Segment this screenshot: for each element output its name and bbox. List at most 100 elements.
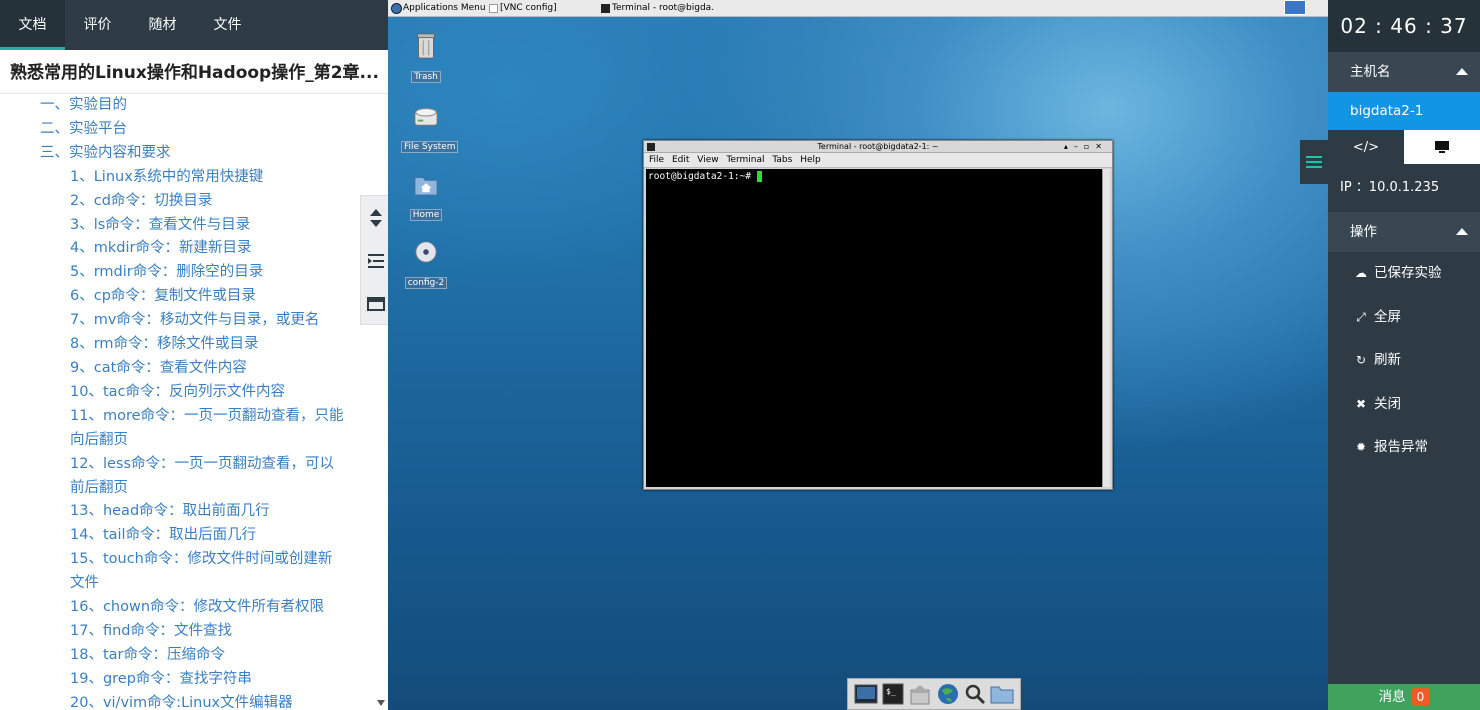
ip-address: IP ：10.0.1.235 — [1340, 180, 1440, 195]
op-label: 已保存实验 — [1374, 265, 1442, 281]
harddisk-icon — [414, 108, 438, 126]
toc-item[interactable]: 9、cat命令：查看文件内容 — [0, 357, 372, 381]
desktop-icon-label: Trash — [411, 71, 441, 83]
code-view-tab[interactable]: </> — [1328, 130, 1404, 164]
toc-item[interactable]: 二、实验平台 — [0, 118, 372, 142]
home-folder-icon — [414, 177, 438, 196]
terminal-menubar: File Edit View Terminal Tabs Help — [644, 153, 1112, 168]
taskbar-label: Terminal - root@bigda... — [612, 3, 714, 13]
section-title: 操作 — [1350, 224, 1377, 240]
terminal-window[interactable]: Terminal - root@bigdata2-1: ~ ▴–▫✕ File … — [643, 140, 1113, 490]
outline-indent-button[interactable] — [361, 239, 390, 282]
timer-text: 02 : 46 : 37 — [1340, 14, 1468, 38]
disc-icon — [415, 241, 437, 263]
expand-collapse-button[interactable] — [361, 196, 390, 239]
desktop-icon-trash[interactable]: Trash — [401, 32, 451, 83]
terminal-scrollbar[interactable] — [1102, 169, 1110, 487]
show-desktop-icon[interactable] — [854, 682, 878, 706]
toc-item[interactable]: 16、chown命令：修改文件所有者权限 — [0, 596, 372, 620]
desktop-icon-filesystem[interactable]: File System — [401, 102, 459, 153]
toc-item[interactable]: 三、实验内容和要求 — [0, 142, 372, 166]
toc-item[interactable]: 15、touch命令：修改文件时间或创建新文件 — [0, 548, 372, 596]
bug-icon: ✹ — [1355, 440, 1367, 454]
desktop-icon-label: Home — [409, 209, 443, 221]
messages-button[interactable]: 消息 0 — [1328, 684, 1480, 710]
menu-bar — [1306, 161, 1322, 163]
menu-terminal[interactable]: Terminal — [726, 155, 764, 165]
toc-item[interactable]: 6、cp命令：复制文件或目录 — [0, 285, 372, 309]
remote-desktop[interactable]: Applications Menu [VNC config] Terminal … — [388, 0, 1328, 710]
scroll-down-arrow-icon[interactable] — [377, 700, 385, 706]
terminal-icon — [601, 4, 610, 13]
web-browser-icon[interactable] — [936, 682, 960, 706]
toc-item[interactable]: 4、mkdir命令：新建新目录 — [0, 237, 372, 261]
terminal-title: Terminal - root@bigdata2-1: ~ — [817, 142, 939, 151]
tab-materials[interactable]: 随材 — [130, 0, 195, 50]
toc-item[interactable]: 18、tar命令：压缩命令 — [0, 644, 372, 668]
desktop-icon-config[interactable]: config-2 — [401, 238, 451, 289]
toc-item[interactable]: 14、tail命令：取出后面几行 — [0, 524, 372, 548]
menu-help[interactable]: Help — [800, 155, 821, 165]
op-label: 刷新 — [1374, 352, 1401, 368]
terminal-launcher-icon[interactable]: $_ — [881, 682, 905, 706]
toc-item[interactable]: 17、find命令：文件查找 — [0, 620, 372, 644]
toc-item[interactable]: 8、rm命令：移除文件或目录 — [0, 333, 372, 357]
taskbar-item-terminal[interactable]: Terminal - root@bigda... — [599, 1, 714, 16]
message-count-badge: 0 — [1411, 688, 1430, 706]
search-icon[interactable] — [963, 682, 987, 706]
window-icon — [489, 4, 498, 13]
toc-item[interactable]: 5、rmdir命令：删除空的目录 — [0, 261, 372, 285]
toc-item[interactable]: 11、more命令：一页一页翻动查看，只能向后翻页 — [0, 405, 372, 453]
applications-menu[interactable]: Applications Menu — [390, 1, 485, 16]
toc-item[interactable]: 1、Linux系统中的常用快捷键 — [0, 166, 372, 190]
toc-item[interactable]: 3、ls命令：查看文件与目录 — [0, 214, 372, 238]
terminal-output[interactable]: root@bigdata2-1:~# — [646, 169, 1104, 487]
desktop-icon-home[interactable]: Home — [401, 170, 451, 221]
menu-toggle-button[interactable] — [1300, 140, 1328, 184]
toc-item[interactable]: 20、vi/vim命令:Linux文件编辑器 — [0, 692, 372, 710]
close-button[interactable]: ✖ 关闭 — [1328, 383, 1480, 427]
window-controls[interactable]: ▴–▫✕ — [1064, 141, 1108, 153]
window-button[interactable] — [361, 282, 390, 325]
refresh-button[interactable]: ↻ 刷新 — [1328, 339, 1480, 383]
terminal-titlebar[interactable]: Terminal - root@bigdata2-1: ~ ▴–▫✕ — [644, 141, 1112, 153]
operations-section-header[interactable]: 操作 — [1328, 212, 1480, 252]
op-label: 关闭 — [1374, 395, 1401, 412]
fullscreen-button[interactable]: ⤢ 全屏 — [1328, 296, 1480, 340]
desktop-icon-label: File System — [401, 141, 459, 153]
saved-experiment-button[interactable]: ☁ 已保存实验 — [1328, 252, 1480, 296]
taskbar-label: [VNC config] — [500, 3, 557, 13]
xfce-logo-icon — [391, 3, 402, 14]
fullscreen-icon: ⤢ — [1356, 309, 1366, 324]
panel-tabs: 文档 评价 随材 文件 — [0, 0, 388, 50]
menu-edit[interactable]: Edit — [672, 155, 689, 165]
tab-docs[interactable]: 文档 — [0, 0, 65, 50]
menu-tabs[interactable]: Tabs — [772, 155, 792, 165]
toc-item[interactable]: 12、less命令：一页一页翻动查看，可以前后翻页 — [0, 453, 372, 501]
toc-item[interactable]: 13、head命令：取出前面几行 — [0, 500, 372, 524]
desktop-view-tab[interactable] — [1404, 130, 1480, 164]
hostname-section-header[interactable]: 主机名 — [1328, 52, 1480, 92]
menu-view[interactable]: View — [697, 155, 718, 165]
toc-item[interactable]: 7、mv命令：移动文件与目录，或更名 — [0, 309, 372, 333]
toc-scrollbar[interactable] — [372, 94, 388, 710]
tab-reviews[interactable]: 评价 — [65, 0, 130, 50]
control-panel: 02 : 46 : 37 主机名 bigdata2-1 </> IP ：10.0… — [1328, 0, 1480, 710]
menu-file[interactable]: File — [649, 155, 664, 165]
desktop-icon-label: config-2 — [404, 277, 448, 289]
report-issue-button[interactable]: ✹ 报告异常 — [1328, 426, 1480, 470]
doc-title: 熟悉常用的Linux操作和Hadoop操作_第2章... — [0, 50, 388, 94]
taskbar-item-vnc-config[interactable]: [VNC config] — [487, 1, 595, 16]
messages-label: 消息 — [1378, 689, 1406, 705]
toc-item[interactable]: 2、cd命令：切换目录 — [0, 190, 372, 214]
tab-files[interactable]: 文件 — [195, 0, 260, 50]
toc-item[interactable]: 一、实验目的 — [0, 94, 372, 118]
workspace-switcher[interactable] — [1284, 0, 1306, 15]
toc-item[interactable]: 19、grep命令：查找字符串 — [0, 668, 372, 692]
toc-item[interactable]: 10、tac命令：反向列示文件内容 — [0, 381, 372, 405]
doc-tool-strip — [360, 195, 390, 325]
home-launcher-icon[interactable] — [908, 682, 932, 706]
hostname-item[interactable]: bigdata2-1 — [1328, 92, 1480, 130]
monitor-icon — [1435, 141, 1449, 153]
folder-launcher-icon[interactable] — [990, 682, 1014, 706]
